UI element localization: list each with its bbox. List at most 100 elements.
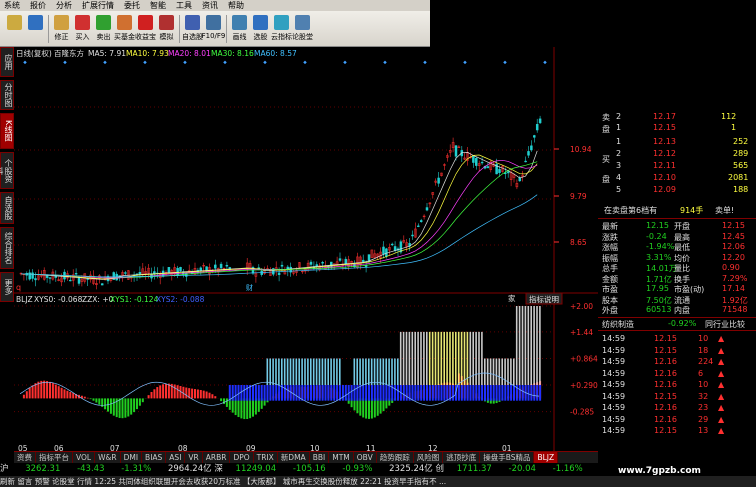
indicator-bar [46,381,49,399]
indicator-signal-bar [472,331,474,385]
toolbar-button-back-arrow-icon[interactable] [25,13,46,45]
indicator-band [423,385,426,401]
toolbar-button-draw-line-icon[interactable]: 画线 [229,13,250,45]
menu-item-6[interactable]: 工具 [172,0,198,11]
event-marker [263,60,267,65]
candle-body [535,124,539,131]
indicator-tab-18[interactable]: 操盘手BS精品 [480,452,535,463]
indicator-tab-12[interactable]: BBI [310,452,330,463]
indicator-band [539,385,542,401]
indicator-tab-14[interactable]: OBV [354,452,377,463]
toolbar-button-treasure-icon[interactable]: 收益宝 [135,13,156,45]
panel-divider [598,317,756,318]
candle-body [225,264,229,267]
menu-item-1[interactable]: 报价 [26,0,52,11]
candle-body [486,166,490,169]
indicator-band [307,385,310,401]
indicator-tab-9[interactable]: DPO [230,452,254,463]
indicator-signal-bar [376,358,379,385]
toolbar-button-favorites-icon[interactable]: 自选股 [182,13,203,45]
toolbar-button-f10-icon[interactable]: F10/F9 [201,13,226,45]
indicator-tab-6[interactable]: ASI [166,452,186,463]
indicator-tab-19[interactable]: BLJZ [534,452,559,463]
indicator-signal-bar [310,358,312,385]
buy-price: 12.12 [653,149,676,158]
indicator-bar [359,398,362,416]
menu-item-3[interactable]: 扩展行情 [78,0,120,11]
industry-compare-button: 同行业比较 [705,320,745,329]
left-tab-4[interactable]: 自选股 [0,192,14,224]
price-header-5: MA30: 8.16 [211,49,254,58]
toolbar-button-arrow-up-down-icon[interactable] [4,13,25,45]
toolbar-button-buy-icon[interactable]: 买入 [72,13,93,45]
indicator-tab-5[interactable]: BIAS [142,452,167,463]
indicator-tab-17[interactable]: 逃顶抄底 [443,452,481,463]
tick-volume: 10 [698,334,709,343]
toolbar-button-fund-icon[interactable]: 买基金 [114,13,135,45]
menu-item-7[interactable]: 资讯 [198,0,224,11]
left-tab-1[interactable]: 分时图 [0,80,14,110]
toolbar-button-forum-icon[interactable]: 论股堂 [292,13,313,45]
toolbar-button-sell-icon[interactable]: 卖出 [93,13,114,45]
indicator-signal-bar [527,306,530,385]
stat-label2: 换手 [674,274,690,284]
indicator-signal-bar [504,358,506,385]
indicator-tab-15[interactable]: 趋势跟踪 [377,452,414,463]
indicator-tab-1[interactable]: 指标平台 [36,452,73,463]
indicator-band [469,385,472,401]
toolbar-label: F10/F9 [201,31,226,40]
left-tab-2[interactable]: K线图 [0,113,14,149]
indicator-signal-bar [365,358,367,385]
big-order-text: 在卖盘第6档有 [604,206,658,215]
stat-label2: 最高 [674,232,690,242]
indicator-band [472,385,475,401]
price-header-0: 日线(复权) [16,48,52,58]
toolbar-label: 选股 [253,32,268,41]
left-tab-3[interactable]: 个股资料 [0,152,14,189]
menu-item-0[interactable]: 系统 [0,0,26,11]
indicator-signal-bar [362,358,364,385]
menu-item-4[interactable]: 委托 [120,0,146,11]
indicator-tab-2[interactable]: VOL [73,452,96,463]
indicator-tab-8[interactable]: ARBR [203,452,231,463]
toolbar-button-correct-icon[interactable]: 修正 [51,13,72,45]
toolbar-label: 自选股 [182,32,203,41]
kline-chart[interactable]: 日线(复权) 百隆东方 MA5: 7.91 MA10: 7.93 MA20: 8.01 M… [14,47,598,463]
indicator-tab-3[interactable]: W&R [95,452,121,463]
indicator-tab-16[interactable]: 风险图 [414,452,444,463]
indicator-signal-bar [391,358,393,385]
indicator-signal-bar [388,358,390,385]
indicator-tab-11[interactable]: 新DMA [278,452,310,463]
indicator-band [498,385,501,401]
left-tab-5[interactable]: 综合排名 [0,227,14,269]
candle-body [475,158,478,166]
indicator-signal-bar [466,331,469,385]
toolbar-button-stock-pick-icon[interactable]: 选股 [250,13,271,45]
indicator-signal-bar [498,358,501,385]
news-ticker[interactable]: 刷新 留言 预警 论股堂 行情 12:25 共同体组织联盟开会去收获20万标准 … [0,476,756,487]
tick-time: 14:59 [602,426,626,435]
candle-body [77,277,81,284]
indicator-signal-bar [382,358,385,385]
toolbar-button-simulate-icon[interactable]: 模拟 [156,13,177,45]
indicator-band [263,385,266,401]
left-tab-6[interactable]: 更多 [0,272,14,302]
indicator-tab-13[interactable]: MTM [329,452,354,463]
indicator-tab-0[interactable]: 资费 [14,452,36,463]
indicator-signal-bar [336,358,338,385]
indicator-band [443,385,446,401]
menu-item-8[interactable]: 帮助 [224,0,250,11]
tick-time: 14:59 [602,391,626,401]
menu-item-2[interactable]: 分析 [52,0,78,11]
indicator-bar [92,398,95,401]
menu-item-5[interactable]: 智能 [146,0,172,11]
indicator-tab-7[interactable]: VR [185,452,203,463]
indicator-band [437,385,440,401]
indicator-signal-bar [501,358,503,385]
toolbar-button-cloud-icon[interactable]: 云指标 [271,13,292,45]
left-tab-0[interactable]: 应用 [0,47,14,77]
indicator-tab-4[interactable]: DMI [121,452,143,463]
indicator-tab-10[interactable]: TRIX [254,452,278,463]
buy-icon [75,14,90,30]
ma-line-60 [20,194,538,278]
